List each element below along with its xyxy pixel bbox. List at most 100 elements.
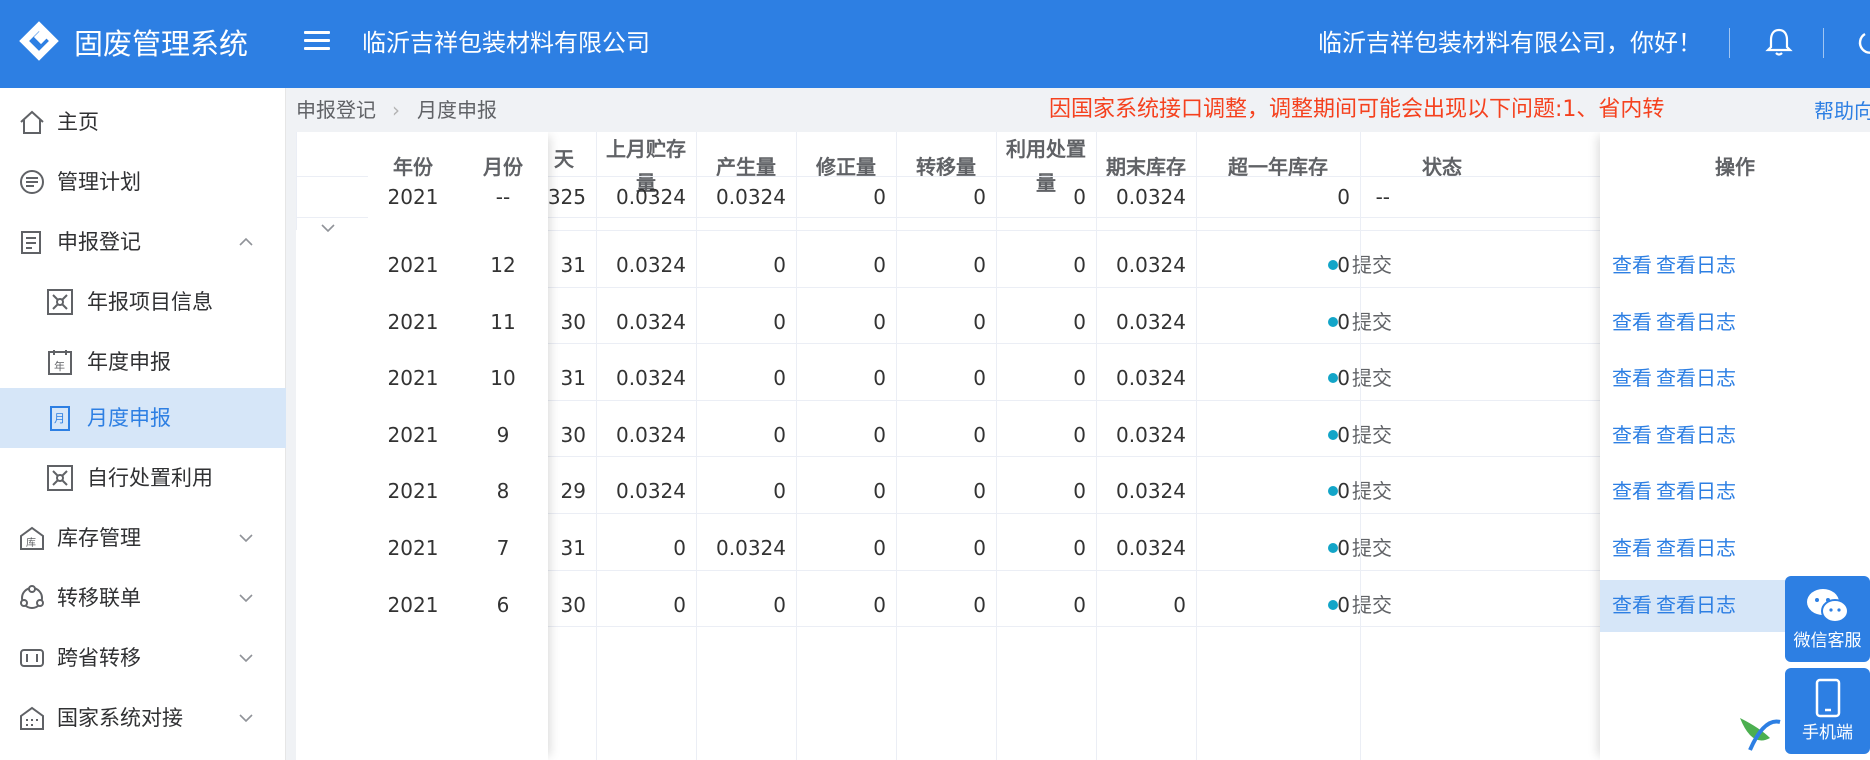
row-year: 2021 [387, 536, 439, 560]
sidebar-item-plan[interactable]: 管理计划 [0, 152, 286, 212]
bell-icon[interactable] [1764, 26, 1794, 58]
row-month: 10 [490, 366, 516, 391]
status-label: 提交 [1352, 592, 1392, 617]
user-greeting[interactable]: 临沂吉祥包装材料有限公司，你好！ [1318, 25, 1702, 61]
help-link[interactable]: 帮助向 [1814, 97, 1870, 125]
view-link[interactable]: 查看 [1612, 252, 1652, 278]
collapse-chevron-icon[interactable] [320, 220, 336, 236]
view-link[interactable]: 查看 [1612, 535, 1652, 561]
chevron-up-icon [239, 237, 253, 246]
view-log-link[interactable]: 查看日志 [1656, 252, 1736, 278]
sidebar-item-label: 转移联单 [57, 586, 141, 610]
summary-prev-stock: 0.0324 [616, 185, 686, 209]
row-end-stock: 0.0324 [1116, 479, 1186, 504]
view-link[interactable]: 查看 [1612, 309, 1652, 335]
wechat-icon [1806, 589, 1849, 623]
row-produced: 0 [773, 422, 786, 447]
row-corrected: 0 [873, 422, 886, 447]
svg-text:年: 年 [54, 359, 65, 373]
view-link[interactable]: 查看 [1612, 478, 1652, 504]
row-corrected: 0 [873, 253, 886, 277]
summary-used: 0 [1073, 185, 1086, 209]
view-log-link[interactable]: 查看日志 [1656, 592, 1736, 618]
status-dot-icon [1328, 373, 1338, 384]
national-link-icon [20, 706, 44, 730]
header-year: 年份 [393, 155, 433, 179]
column-divider [696, 132, 697, 760]
column-divider [596, 132, 597, 760]
row-end-stock: 0.0324 [1116, 309, 1186, 334]
view-link[interactable]: 查看 [1612, 365, 1652, 391]
row-end-stock: 0.0324 [1116, 422, 1186, 447]
sidebar-item-register[interactable]: 申报登记 [0, 212, 286, 272]
row-used: 0 [1073, 592, 1086, 617]
summary-corrected: 0 [873, 185, 886, 209]
row-year: 2021 [387, 422, 439, 447]
summary-end-stock: 0.0324 [1116, 185, 1186, 209]
header-used: 利用处置 [1006, 137, 1086, 161]
row-used: 0 [1073, 536, 1086, 560]
sidebar-item-warehouse[interactable]: 库 库存管理 [0, 508, 286, 568]
row-produced: 0 [773, 592, 786, 617]
sidebar-item-monthly[interactable]: 月 月度申报 [0, 388, 286, 448]
view-log-link[interactable]: 查看日志 [1656, 478, 1736, 504]
sidebar: 主页 管理计划 申报登记 年报项目信息 年 年度申报 月 月度申报 自行处置利用… [0, 88, 286, 760]
row-produced: 0.0324 [716, 536, 786, 560]
row-transferred: 0 [973, 479, 986, 504]
row-month: 7 [496, 536, 510, 560]
status-label: 提交 [1352, 536, 1392, 560]
view-log-link[interactable]: 查看日志 [1656, 309, 1736, 335]
row-year: 2021 [387, 253, 439, 277]
view-log-link[interactable]: 查看日志 [1656, 422, 1736, 448]
row-month: 6 [496, 592, 510, 617]
sidebar-item-transfer[interactable]: 转移联单 [0, 568, 286, 628]
sidebar-item-cross-province[interactable]: 跨省转移 [0, 628, 286, 688]
wechat-service-button[interactable]: 微信客服 [1785, 576, 1870, 662]
status-dot-icon [1328, 486, 1338, 497]
power-icon[interactable] [1856, 28, 1870, 56]
row-end-stock: 0 [1173, 592, 1186, 617]
logo-icon [19, 21, 59, 61]
row-status: 提交 [1328, 592, 1418, 618]
warehouse-icon: 库 [20, 526, 44, 550]
menu-icon[interactable] [302, 26, 332, 56]
row-days: 29 [560, 479, 586, 504]
row-status: 提交 [1328, 252, 1418, 278]
sidebar-item-label: 管理计划 [57, 170, 141, 194]
sidebar-item-label: 国家系统对接 [57, 706, 183, 730]
row-transferred: 0 [973, 253, 986, 277]
row-prev-stock: 0.0324 [616, 422, 686, 447]
register-icon [21, 231, 41, 254]
column-divider [296, 132, 297, 230]
sidebar-item-project-info[interactable]: 年报项目信息 [0, 272, 286, 332]
sidebar-item-home[interactable]: 主页 [0, 92, 286, 152]
sidebar-item-annual[interactable]: 年 年度申报 [0, 332, 286, 392]
sidebar-item-self-dispose[interactable]: 自行处置利用 [0, 448, 286, 508]
row-days: 31 [560, 536, 586, 560]
app-title: 固废管理系统 [74, 27, 249, 61]
chevron-down-icon [239, 714, 253, 723]
row-transferred: 0 [973, 309, 986, 334]
watermark-logo [1740, 718, 1781, 751]
notice-banner: 因国家系统接口调整，调整期间可能会出现以下问题:1、省内转 [1049, 97, 1665, 122]
status-dot-icon [1328, 599, 1338, 610]
row-year: 2021 [387, 309, 439, 334]
status-label: 提交 [1352, 366, 1392, 391]
view-log-link[interactable]: 查看日志 [1656, 535, 1736, 561]
column-divider [896, 132, 897, 760]
view-log-link[interactable]: 查看日志 [1656, 365, 1736, 391]
top-header: 固废管理系统 临沂吉祥包装材料有限公司 临沂吉祥包装材料有限公司，你好！ [0, 0, 1870, 88]
header-month: 月份 [483, 155, 523, 179]
breadcrumb-item[interactable]: 申报登记 [296, 96, 376, 124]
row-days: 30 [560, 592, 586, 617]
view-link[interactable]: 查看 [1612, 422, 1652, 448]
row-transferred: 0 [973, 422, 986, 447]
company-name: 临沂吉祥包装材料有限公司 [362, 29, 650, 57]
row-month: 9 [496, 422, 510, 447]
row-days: 30 [560, 309, 586, 334]
sidebar-item-label: 库存管理 [57, 526, 141, 550]
row-status: 提交 [1328, 365, 1418, 391]
view-link[interactable]: 查看 [1612, 592, 1652, 618]
sidebar-item-national-link[interactable]: 国家系统对接 [0, 688, 286, 748]
sidebar-item-label: 自行处置利用 [87, 466, 213, 490]
